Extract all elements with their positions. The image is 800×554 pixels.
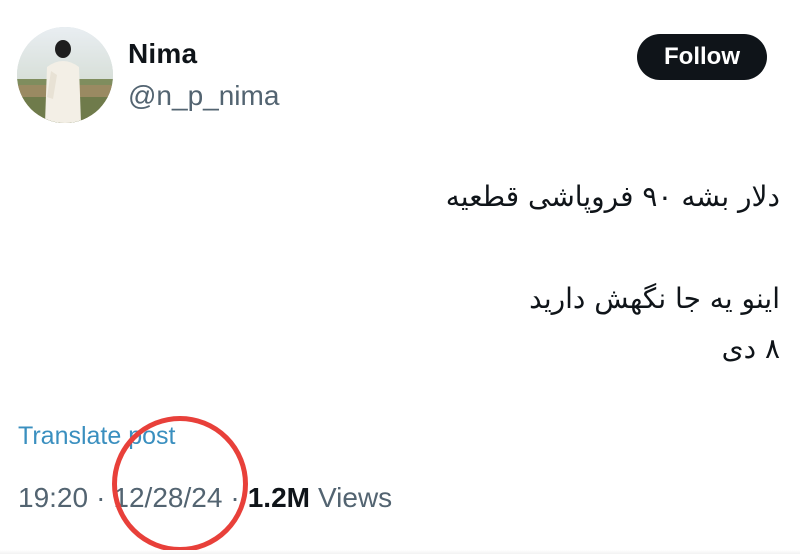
- post-date[interactable]: 12/28/24: [113, 482, 222, 514]
- user-handle[interactable]: @n_p_nima: [128, 80, 279, 112]
- follow-button[interactable]: Follow: [637, 34, 767, 80]
- post-text-line: دلار بشه ۹۰ فروپاشی قطعیه: [445, 180, 780, 213]
- views-count[interactable]: 1.2M: [248, 482, 310, 514]
- meta-separator: ·: [230, 482, 240, 513]
- tweet-card: Nima @n_p_nima Follow دلار بشه ۹۰ فروپاش…: [0, 0, 800, 554]
- post-text-line: ۸ دی: [721, 332, 780, 365]
- views-label: Views: [317, 482, 393, 513]
- post-time[interactable]: 19:20: [18, 482, 88, 514]
- bottom-divider: [0, 550, 800, 554]
- translate-post-link[interactable]: Translate post: [18, 422, 175, 451]
- avatar-photo: [17, 27, 113, 123]
- avatar[interactable]: [17, 27, 113, 123]
- post-meta: 19:20 · 12/28/24 · 1.2M Views: [18, 482, 392, 514]
- meta-separator: ·: [96, 482, 106, 513]
- display-name[interactable]: Nima: [128, 38, 197, 70]
- post-text-line: اینو یه جا نگهش دارید: [529, 282, 780, 315]
